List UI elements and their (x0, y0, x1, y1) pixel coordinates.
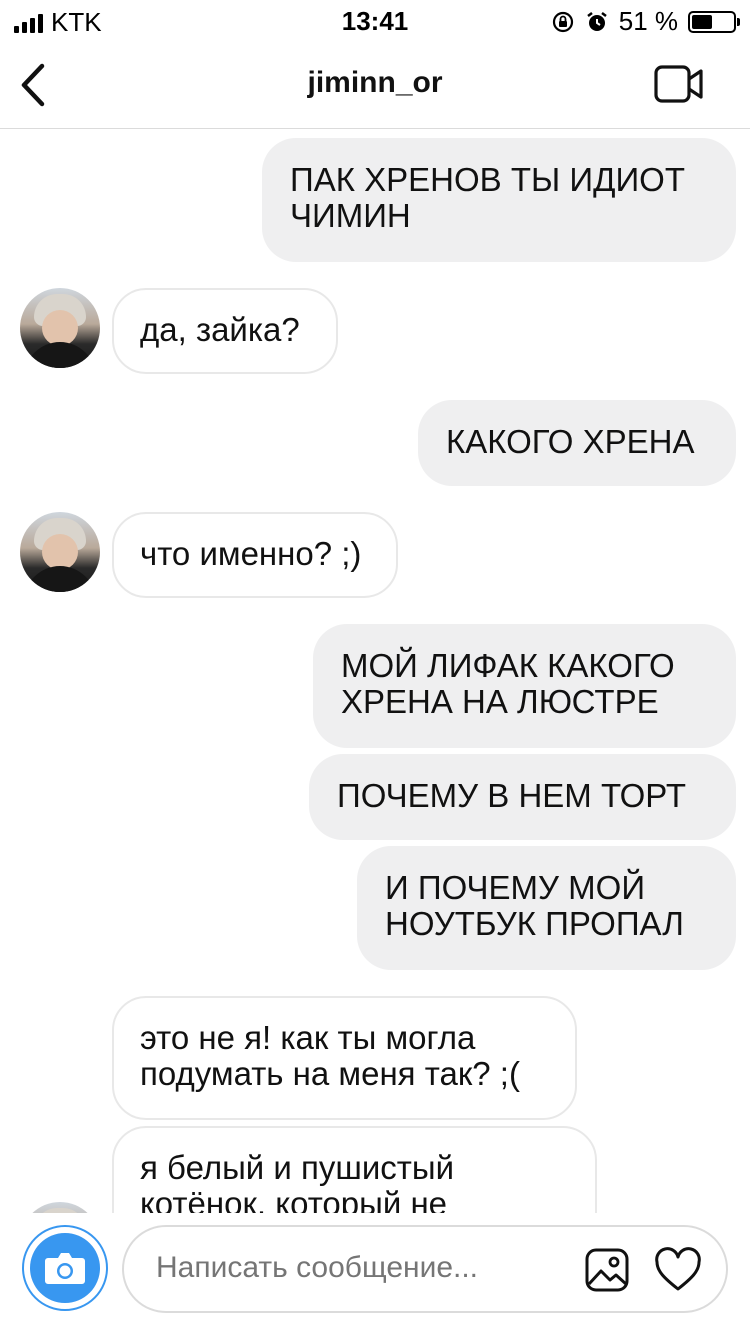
message-outgoing[interactable]: И ПОЧЕМУ МОЙ НОУТБУК ПРОПАЛ (357, 846, 736, 970)
camera-button[interactable] (22, 1225, 108, 1311)
message-text-line: НОУТБУК ПРОПАЛ (385, 905, 684, 942)
message-incoming[interactable]: да, зайка? (112, 288, 338, 374)
heart-icon (655, 1247, 701, 1291)
message-text-line: МОЙ ЛИФАК КАКОГО (341, 647, 675, 684)
message-text-line: да, зайка? (140, 311, 300, 348)
message-text-line: ПОЧЕМУ В НЕМ ТОРТ (337, 777, 686, 814)
camera-icon (45, 1253, 85, 1284)
message-text-line: КАКОГО ХРЕНА (446, 423, 695, 460)
message-text-line: ХРЕНА НА ЛЮСТРЕ (341, 683, 659, 720)
message-input[interactable] (156, 1251, 556, 1285)
message-text-line: подумать на меня так? ;( (140, 1055, 520, 1092)
message-outgoing[interactable]: КАКОГО ХРЕНА (418, 400, 736, 486)
message-text-line: ЧИМИН (290, 197, 411, 234)
avatar[interactable] (20, 1202, 100, 1213)
status-bar: KTK 13:41 51 % (0, 0, 750, 42)
message-outgoing[interactable]: ПАК ХРЕНОВ ТЫ ИДИОТ ЧИМИН (262, 138, 736, 262)
message-input-container[interactable] (122, 1225, 728, 1313)
avatar[interactable] (20, 512, 100, 592)
message-outgoing[interactable]: МОЙ ЛИФАК КАКОГО ХРЕНА НА ЛЮСТРЕ (313, 624, 736, 748)
video-call-button[interactable] (654, 64, 704, 104)
message-incoming[interactable]: что именно? ;) (112, 512, 398, 598)
status-right: 51 % (551, 6, 740, 37)
message-outgoing[interactable]: ПОЧЕМУ В НЕМ ТОРТ (309, 754, 736, 840)
avatar[interactable] (20, 288, 100, 368)
alarm-icon (586, 11, 607, 31)
battery-percent: 51 % (618, 6, 678, 36)
gallery-button[interactable] (584, 1247, 630, 1293)
message-text-line: ПАК ХРЕНОВ ТЫ ИДИОТ (290, 161, 685, 198)
direct-message-screen: KTK 13:41 51 % jiminn_or ПАК ХРЕНОВ ТЫ И… (0, 0, 750, 1334)
like-button[interactable] (654, 1247, 702, 1293)
battery-icon (688, 10, 740, 33)
message-text-line: я белый и пушистый (140, 1149, 455, 1186)
message-incoming[interactable]: я белый и пушистый котёнок, который не (112, 1126, 597, 1213)
message-text-line: что именно? ;) (140, 535, 362, 572)
video-camera-icon (654, 65, 703, 103)
chat-username[interactable]: jiminn_or (0, 66, 750, 100)
image-icon (585, 1248, 629, 1292)
message-text-line: это не я! как ты могла (140, 1019, 476, 1056)
orientation-lock-icon (552, 11, 573, 32)
message-composer (0, 1213, 750, 1334)
message-text-line: котёнок, который не (140, 1185, 448, 1214)
chat-header: jiminn_or (0, 42, 750, 129)
message-incoming[interactable]: это не я! как ты могла подумать на меня т… (112, 996, 577, 1120)
message-list[interactable]: ПАК ХРЕНОВ ТЫ ИДИОТ ЧИМИН да, зайка? КАКО… (0, 128, 750, 1213)
message-text-line: И ПОЧЕМУ МОЙ (385, 869, 646, 906)
